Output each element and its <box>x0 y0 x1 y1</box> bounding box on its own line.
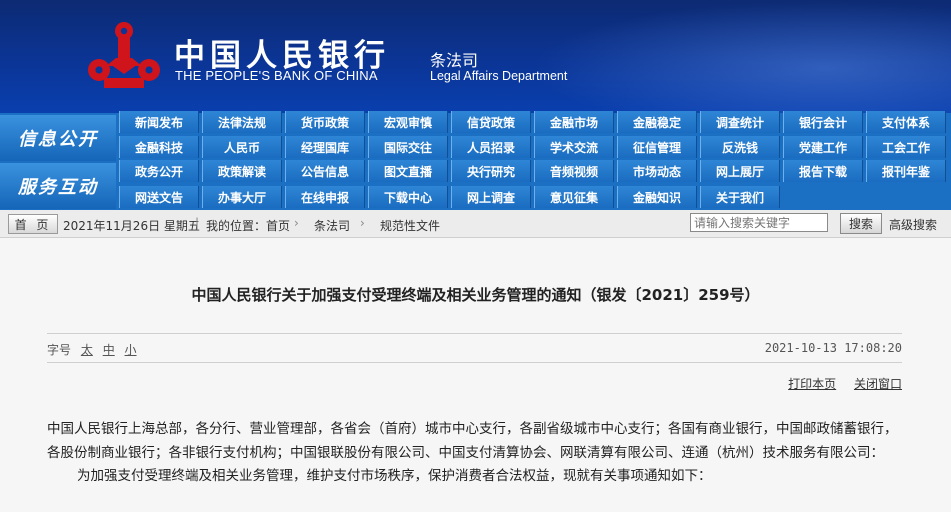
nav-item-service-1-5[interactable]: 音频视频 <box>534 160 614 182</box>
recipients-paragraph: 中国人民银行上海总部，各分行、营业管理部，各省会（首府）城市中心支行，各副省级城… <box>47 421 898 461</box>
nav-item-service-1-3[interactable]: 图文直播 <box>368 160 448 182</box>
nav-item-info-1-3[interactable]: 宏观审慎 <box>368 111 448 133</box>
nav-item-service-2-0[interactable]: 网送文告 <box>119 186 199 208</box>
search-button[interactable]: 搜索 <box>840 213 882 234</box>
nav-item-info-1-0[interactable]: 新闻发布 <box>119 111 199 133</box>
header-glow <box>531 0 951 113</box>
advanced-search-link[interactable]: 高级搜索 <box>889 216 937 233</box>
nav-item-service-2-7[interactable]: 关于我们 <box>700 186 780 208</box>
nav-item-service-1-2[interactable]: 公告信息 <box>285 160 365 182</box>
nav-item-info-1-1[interactable]: 法律法规 <box>202 111 282 133</box>
intro-paragraph: 为加强支付受理终端及相关业务管理，维护支付市场秩序，保护消费者合法权益，现就有关… <box>77 468 712 484</box>
bank-name-en: THE PEOPLE'S BANK OF CHINA <box>175 68 378 83</box>
article-title: 中国人民银行关于加强支付受理终端及相关业务管理的通知（银发〔2021〕259号） <box>191 286 760 304</box>
nav-item-info-2-3[interactable]: 国际交往 <box>368 136 448 158</box>
nav-item-service-1-0[interactable]: 政务公开 <box>119 160 199 182</box>
nav-item-info-2-9[interactable]: 工会工作 <box>866 136 946 158</box>
nav-item-info-2-4[interactable]: 人员招录 <box>451 136 531 158</box>
search-input[interactable] <box>690 213 828 232</box>
department-name-cn: 条法司 <box>430 51 479 70</box>
nav-item-info-1-6[interactable]: 金融稳定 <box>617 111 697 133</box>
nav-item-info-2-5[interactable]: 学术交流 <box>534 136 614 158</box>
nav-item-info-1-4[interactable]: 信贷政策 <box>451 111 531 133</box>
article-actions: 打印本页 关闭窗口 <box>774 375 902 392</box>
nav-item-service-1-7[interactable]: 网上展厅 <box>700 160 780 182</box>
breadcrumb-dept[interactable]: 条法司 <box>314 217 350 234</box>
nav-item-info-1-7[interactable]: 调查统计 <box>700 111 780 133</box>
nav-item-info-1-5[interactable]: 金融市场 <box>534 111 614 133</box>
article-content: 中国人民银行关于加强支付受理终端及相关业务管理的通知（银发〔2021〕259号）… <box>0 238 951 512</box>
article-meta: 字号 太 中 小 2021-10-13 17:08:20 <box>47 333 902 363</box>
main-navigation: 信息公开 服务互动 新闻发布 法律法规 货币政策 宏观审慎 信贷政策 金融市场 金融稳定 调查… <box>0 111 951 210</box>
nav-item-service-2-3[interactable]: 下载中心 <box>368 186 448 208</box>
chevron-right-icon: › <box>294 216 299 230</box>
nav-item-service-2-1[interactable]: 办事大厅 <box>202 186 282 208</box>
department-name-en: Legal Affairs Department <box>430 69 568 83</box>
nav-item-info-2-1[interactable]: 人民币 <box>202 136 282 158</box>
nav-item-service-1-4[interactable]: 央行研究 <box>451 160 531 182</box>
nav-item-service-1-8[interactable]: 报告下载 <box>783 160 863 182</box>
font-size-controls: 字号 太 中 小 <box>47 341 137 358</box>
nav-item-service-2-2[interactable]: 在线申报 <box>285 186 365 208</box>
breadcrumb-divider: | <box>195 216 200 230</box>
nav-item-info-2-6[interactable]: 征信管理 <box>617 136 697 158</box>
nav-item-info-2-2[interactable]: 经理国库 <box>285 136 365 158</box>
nav-section-info: 信息公开 <box>0 115 116 161</box>
font-size-large-link[interactable]: 太 <box>81 343 93 357</box>
article-body: 中国人民银行上海总部，各分行、营业管理部，各省会（首府）城市中心支行，各副省级城… <box>47 418 904 489</box>
nav-item-info-1-8[interactable]: 银行会计 <box>783 111 863 133</box>
chevron-right-icon: › <box>360 216 365 230</box>
nav-item-service-2-5[interactable]: 意见征集 <box>534 186 614 208</box>
breadcrumb-bar: 首 页 2021年11月26日 星期五 | 我的位置：首页 › 条法司 › 规范… <box>0 210 951 238</box>
nav-item-info-2-8[interactable]: 党建工作 <box>783 136 863 158</box>
breadcrumb-location[interactable]: 我的位置：首页 <box>206 217 290 234</box>
nav-item-service-2-6[interactable]: 金融知识 <box>617 186 697 208</box>
print-page-link[interactable]: 打印本页 <box>788 377 836 391</box>
font-size-label: 字号 <box>47 343 72 357</box>
nav-item-service-1-6[interactable]: 市场动态 <box>617 160 697 182</box>
nav-item-service-2-4[interactable]: 网上调查 <box>451 186 531 208</box>
nav-section-service: 服务互动 <box>0 163 116 209</box>
nav-item-service-1-9[interactable]: 报刊年鉴 <box>866 160 946 182</box>
nav-item-info-2-7[interactable]: 反洗钱 <box>700 136 780 158</box>
current-date: 2021年11月26日 星期五 <box>63 219 200 233</box>
nav-item-info-1-9[interactable]: 支付体系 <box>866 111 946 133</box>
close-window-link[interactable]: 关闭窗口 <box>854 377 902 391</box>
nav-item-service-1-1[interactable]: 政策解读 <box>202 160 282 182</box>
font-size-small-link[interactable]: 小 <box>125 343 137 357</box>
font-size-medium-link[interactable]: 中 <box>103 343 115 357</box>
pboc-emblem-icon <box>88 22 160 88</box>
nav-item-info-2-0[interactable]: 金融科技 <box>119 136 199 158</box>
home-button[interactable]: 首 页 <box>8 214 58 234</box>
nav-item-info-1-2[interactable]: 货币政策 <box>285 111 365 133</box>
site-header: 中国人民银行 THE PEOPLE'S BANK OF CHINA 条法司 Le… <box>0 0 951 113</box>
breadcrumb-category[interactable]: 规范性文件 <box>380 217 440 234</box>
publish-time: 2021-10-13 17:08:20 <box>764 341 902 355</box>
